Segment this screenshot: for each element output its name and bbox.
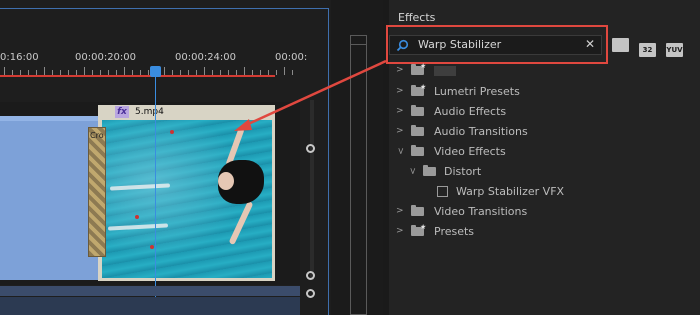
panel-title[interactable]: Effects xyxy=(398,11,435,24)
chevron-right-icon[interactable]: > xyxy=(396,126,404,136)
chevron-right-icon[interactable]: > xyxy=(396,226,404,236)
audio-meter-header xyxy=(350,35,367,45)
ruler-tick xyxy=(44,67,45,75)
adjacent-clip[interactable] xyxy=(0,116,99,280)
folder-icon xyxy=(411,145,424,156)
filter-toolbar: 32 YUV xyxy=(612,37,693,57)
swimmer-head xyxy=(218,172,234,190)
ruler-tick xyxy=(284,67,285,75)
tree-item-audio-effects[interactable]: > Audio Effects xyxy=(389,102,700,122)
tree-item-label: Video Transitions xyxy=(434,205,528,218)
audio-meter xyxy=(350,35,367,315)
annotation-highlight-box xyxy=(386,25,608,64)
pool-marker xyxy=(135,215,139,219)
timecode-label: 00:00:24:00 xyxy=(175,52,237,63)
ruler-tick xyxy=(164,67,165,75)
chevron-down-icon[interactable]: > xyxy=(395,147,405,155)
ruler-tick xyxy=(204,67,205,75)
tree-item-label: Lumetri Presets xyxy=(434,85,520,98)
timecode-label: 0:16:00 xyxy=(0,52,39,63)
ruler-tick xyxy=(4,67,5,75)
tree-item-audio-transitions[interactable]: > Audio Transitions xyxy=(389,122,700,142)
folder-icon xyxy=(411,105,424,116)
tree-item-label: Presets xyxy=(434,225,475,238)
32-bit-icon[interactable]: 32 xyxy=(639,43,656,57)
fx-badge[interactable]: fx xyxy=(115,106,129,118)
chevron-right-icon[interactable]: > xyxy=(396,86,404,96)
folder-icon xyxy=(411,205,424,216)
tree-item-lumetri-presets[interactable]: > ★ Lumetri Presets xyxy=(389,82,700,102)
tree-item-label: Video Effects xyxy=(434,145,506,158)
pool-marker xyxy=(150,245,154,249)
tree-item-label: Audio Effects xyxy=(434,105,507,118)
tree-item-distort[interactable]: > Distort xyxy=(389,162,700,182)
vertical-zoom-bar[interactable] xyxy=(310,100,314,280)
accelerated-effects-icon[interactable] xyxy=(612,38,629,52)
timecode-label: 00:00: xyxy=(275,52,308,63)
audio-track xyxy=(0,286,300,296)
chevron-right-icon[interactable]: > xyxy=(396,206,404,216)
clip-name: 5.mp4 xyxy=(135,107,164,117)
ruler-tick xyxy=(124,67,125,75)
tree-item-video-effects[interactable]: > Video Effects xyxy=(389,142,700,162)
zoom-handle[interactable] xyxy=(306,271,315,280)
timecode-label: 00:00:20:00 xyxy=(75,52,137,63)
tree-item-presets-folder[interactable]: > ★ xyxy=(389,61,700,81)
audio-track xyxy=(0,297,300,315)
ruler-tick xyxy=(292,70,293,75)
in-out-range-bar xyxy=(0,75,275,77)
transition-label: Cro xyxy=(90,131,104,140)
chevron-right-icon[interactable]: > xyxy=(396,65,404,75)
ruler-tick xyxy=(276,70,277,75)
tree-item-label: Distort xyxy=(444,165,482,178)
folder-icon xyxy=(411,125,424,136)
transition-marker[interactable] xyxy=(88,127,106,257)
zoom-handle[interactable] xyxy=(306,144,315,153)
adjacent-clip-header xyxy=(0,116,99,121)
folder-icon xyxy=(423,165,436,176)
preset-folder-icon: ★ xyxy=(411,83,426,96)
playhead-handle[interactable] xyxy=(150,66,161,77)
preset-folder-icon: ★ xyxy=(411,62,426,75)
yuv-icon[interactable]: YUV xyxy=(666,43,683,57)
chevron-right-icon[interactable]: > xyxy=(396,106,404,116)
tree-item-presets[interactable]: > ★ Presets xyxy=(389,222,700,242)
zoom-handle[interactable] xyxy=(306,289,315,298)
tree-item-video-transitions[interactable]: > Video Transitions xyxy=(389,202,700,222)
preset-folder-icon: ★ xyxy=(411,223,426,236)
chevron-down-icon[interactable]: > xyxy=(407,167,417,175)
pool-marker xyxy=(170,130,174,134)
tree-item-label: Warp Stabilizer VFX xyxy=(456,185,565,198)
redacted-label xyxy=(434,66,456,76)
ruler-tick xyxy=(244,67,245,75)
playhead-line xyxy=(155,76,156,315)
tree-item-warp-stabilizer-vfx[interactable]: Warp Stabilizer VFX xyxy=(389,182,700,202)
tree-item-label: Audio Transitions xyxy=(434,125,528,138)
effect-icon xyxy=(437,186,448,197)
ruler-tick xyxy=(84,67,85,75)
